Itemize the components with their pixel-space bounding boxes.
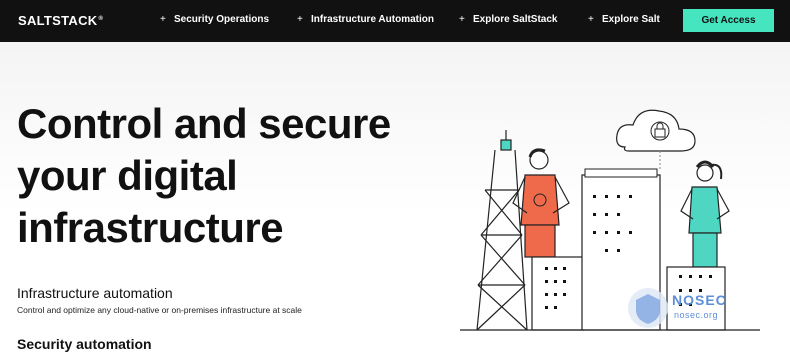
get-access-button[interactable]: Get Access <box>683 9 774 32</box>
infrastructure-automation-heading: Infrastructure automation <box>17 285 173 301</box>
plus-icon: + <box>588 14 594 25</box>
shield-icon <box>628 288 668 328</box>
nav-item-security-operations[interactable]: + Security Operations <box>160 14 269 25</box>
watermark-name: NOSEC <box>672 292 727 308</box>
woman-figure <box>680 160 730 268</box>
hero-title-line: Control and secure <box>17 100 391 147</box>
building-left <box>531 256 585 331</box>
nav-item-infrastructure-automation[interactable]: + Infrastructure Automation <box>297 14 434 25</box>
top-navigation-bar: SALTSTACK® + Security Operations + Infrast… <box>0 0 790 42</box>
nav-item-label: Infrastructure Automation <box>311 14 434 25</box>
logo-text: SALTSTACK <box>18 13 98 28</box>
cloud-lock-icon <box>616 109 696 152</box>
nav-item-label: Explore Salt <box>602 14 660 25</box>
security-automation-heading: Security automation <box>17 336 152 352</box>
plus-icon: + <box>459 14 465 25</box>
hero-title-line: your digital <box>17 152 238 199</box>
nav-item-explore-salt[interactable]: + Explore Salt <box>588 14 660 25</box>
plus-icon: + <box>297 14 303 25</box>
antenna-tower <box>476 130 528 331</box>
trademark-symbol: ® <box>98 15 104 22</box>
nav-item-label: Explore SaltStack <box>473 14 558 25</box>
plus-icon: + <box>160 14 166 25</box>
hero-title-line: infrastructure <box>17 204 284 251</box>
nav-item-label: Security Operations <box>174 14 270 25</box>
infrastructure-automation-description: Control and optimize any cloud-native or… <box>17 305 302 315</box>
nosec-watermark: NOSEC nosec.org <box>622 286 772 330</box>
watermark-domain: nosec.org <box>674 310 719 320</box>
hero-title: Control and secure your digital infrastr… <box>17 98 437 254</box>
nav-item-explore-saltstack[interactable]: + Explore SaltStack <box>459 14 557 25</box>
saltstack-logo[interactable]: SALTSTACK® <box>18 13 103 28</box>
